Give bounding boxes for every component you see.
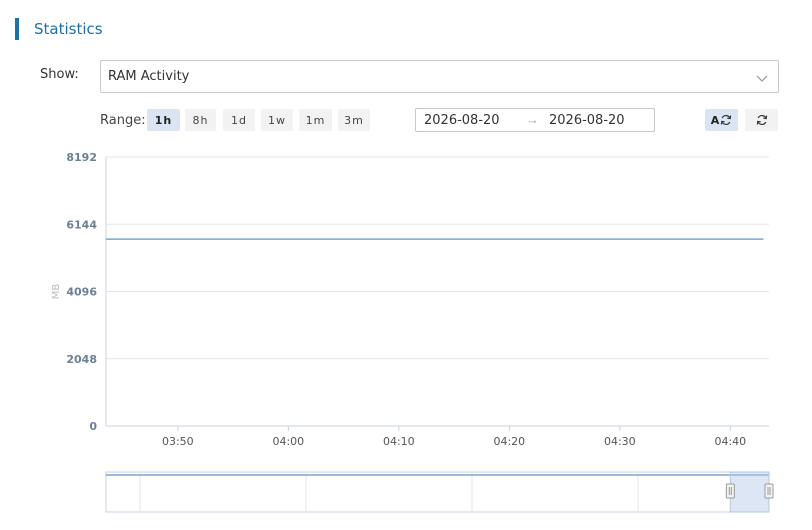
navigator-handle bbox=[764, 483, 774, 499]
range-button-1d[interactable]: 1d bbox=[223, 109, 255, 131]
date-start-field[interactable]: 2026-08-20 bbox=[424, 113, 500, 128]
section-title: Statistics bbox=[34, 20, 103, 38]
date-arrow: → bbox=[526, 112, 539, 127]
range-button-8h[interactable]: 8h bbox=[185, 109, 216, 131]
navigator-handle bbox=[725, 483, 735, 499]
navigator-selection bbox=[729, 471, 770, 513]
show-label: Show: bbox=[40, 67, 79, 82]
auto-refresh-letter: A bbox=[710, 113, 720, 127]
date-end-field[interactable]: 2026-08-20 bbox=[549, 113, 625, 128]
y-tick-label: 8192 bbox=[66, 151, 97, 164]
refresh-icon bbox=[756, 114, 767, 126]
ram-activity-chart: 0 2048 4096 6144 8192 03:50 04:00 04:10 04:20 04:… bbox=[51, 151, 774, 513]
x-tick-label: 04:10 bbox=[383, 435, 415, 448]
range-button-3m[interactable]: 3m bbox=[338, 109, 370, 131]
range-label: Range: bbox=[100, 113, 146, 128]
range-button-1m[interactable]: 1m bbox=[299, 109, 332, 131]
refresh-button[interactable] bbox=[745, 109, 778, 131]
x-tick-label: 03:50 bbox=[162, 435, 194, 448]
show-select[interactable]: RAM Activity bbox=[100, 60, 779, 93]
show-select-value: RAM Activity bbox=[108, 69, 190, 84]
chevron-down-icon bbox=[756, 75, 768, 82]
y-axis-label: MB bbox=[51, 284, 62, 300]
auto-refresh-icon bbox=[721, 114, 732, 126]
y-tick-label: 2048 bbox=[66, 353, 97, 366]
y-tick-label: 6144 bbox=[66, 218, 97, 231]
range-button-1w[interactable]: 1w bbox=[261, 109, 293, 131]
auto-refresh-button[interactable]: A bbox=[705, 109, 738, 131]
x-tick-label: 04:00 bbox=[272, 435, 304, 448]
section-accent-bar bbox=[15, 18, 19, 40]
x-tick-label: 04:30 bbox=[604, 435, 636, 448]
range-button-1h[interactable]: 1h bbox=[147, 109, 180, 131]
x-tick-label: 04:40 bbox=[714, 435, 746, 448]
navigator-frame bbox=[105, 471, 770, 513]
y-tick-label: 0 bbox=[89, 420, 97, 433]
x-tick-label: 04:20 bbox=[493, 435, 525, 448]
date-range-picker[interactable]: 2026-08-20 → 2026-08-20 bbox=[415, 108, 655, 132]
y-tick-label: 4096 bbox=[66, 286, 97, 299]
